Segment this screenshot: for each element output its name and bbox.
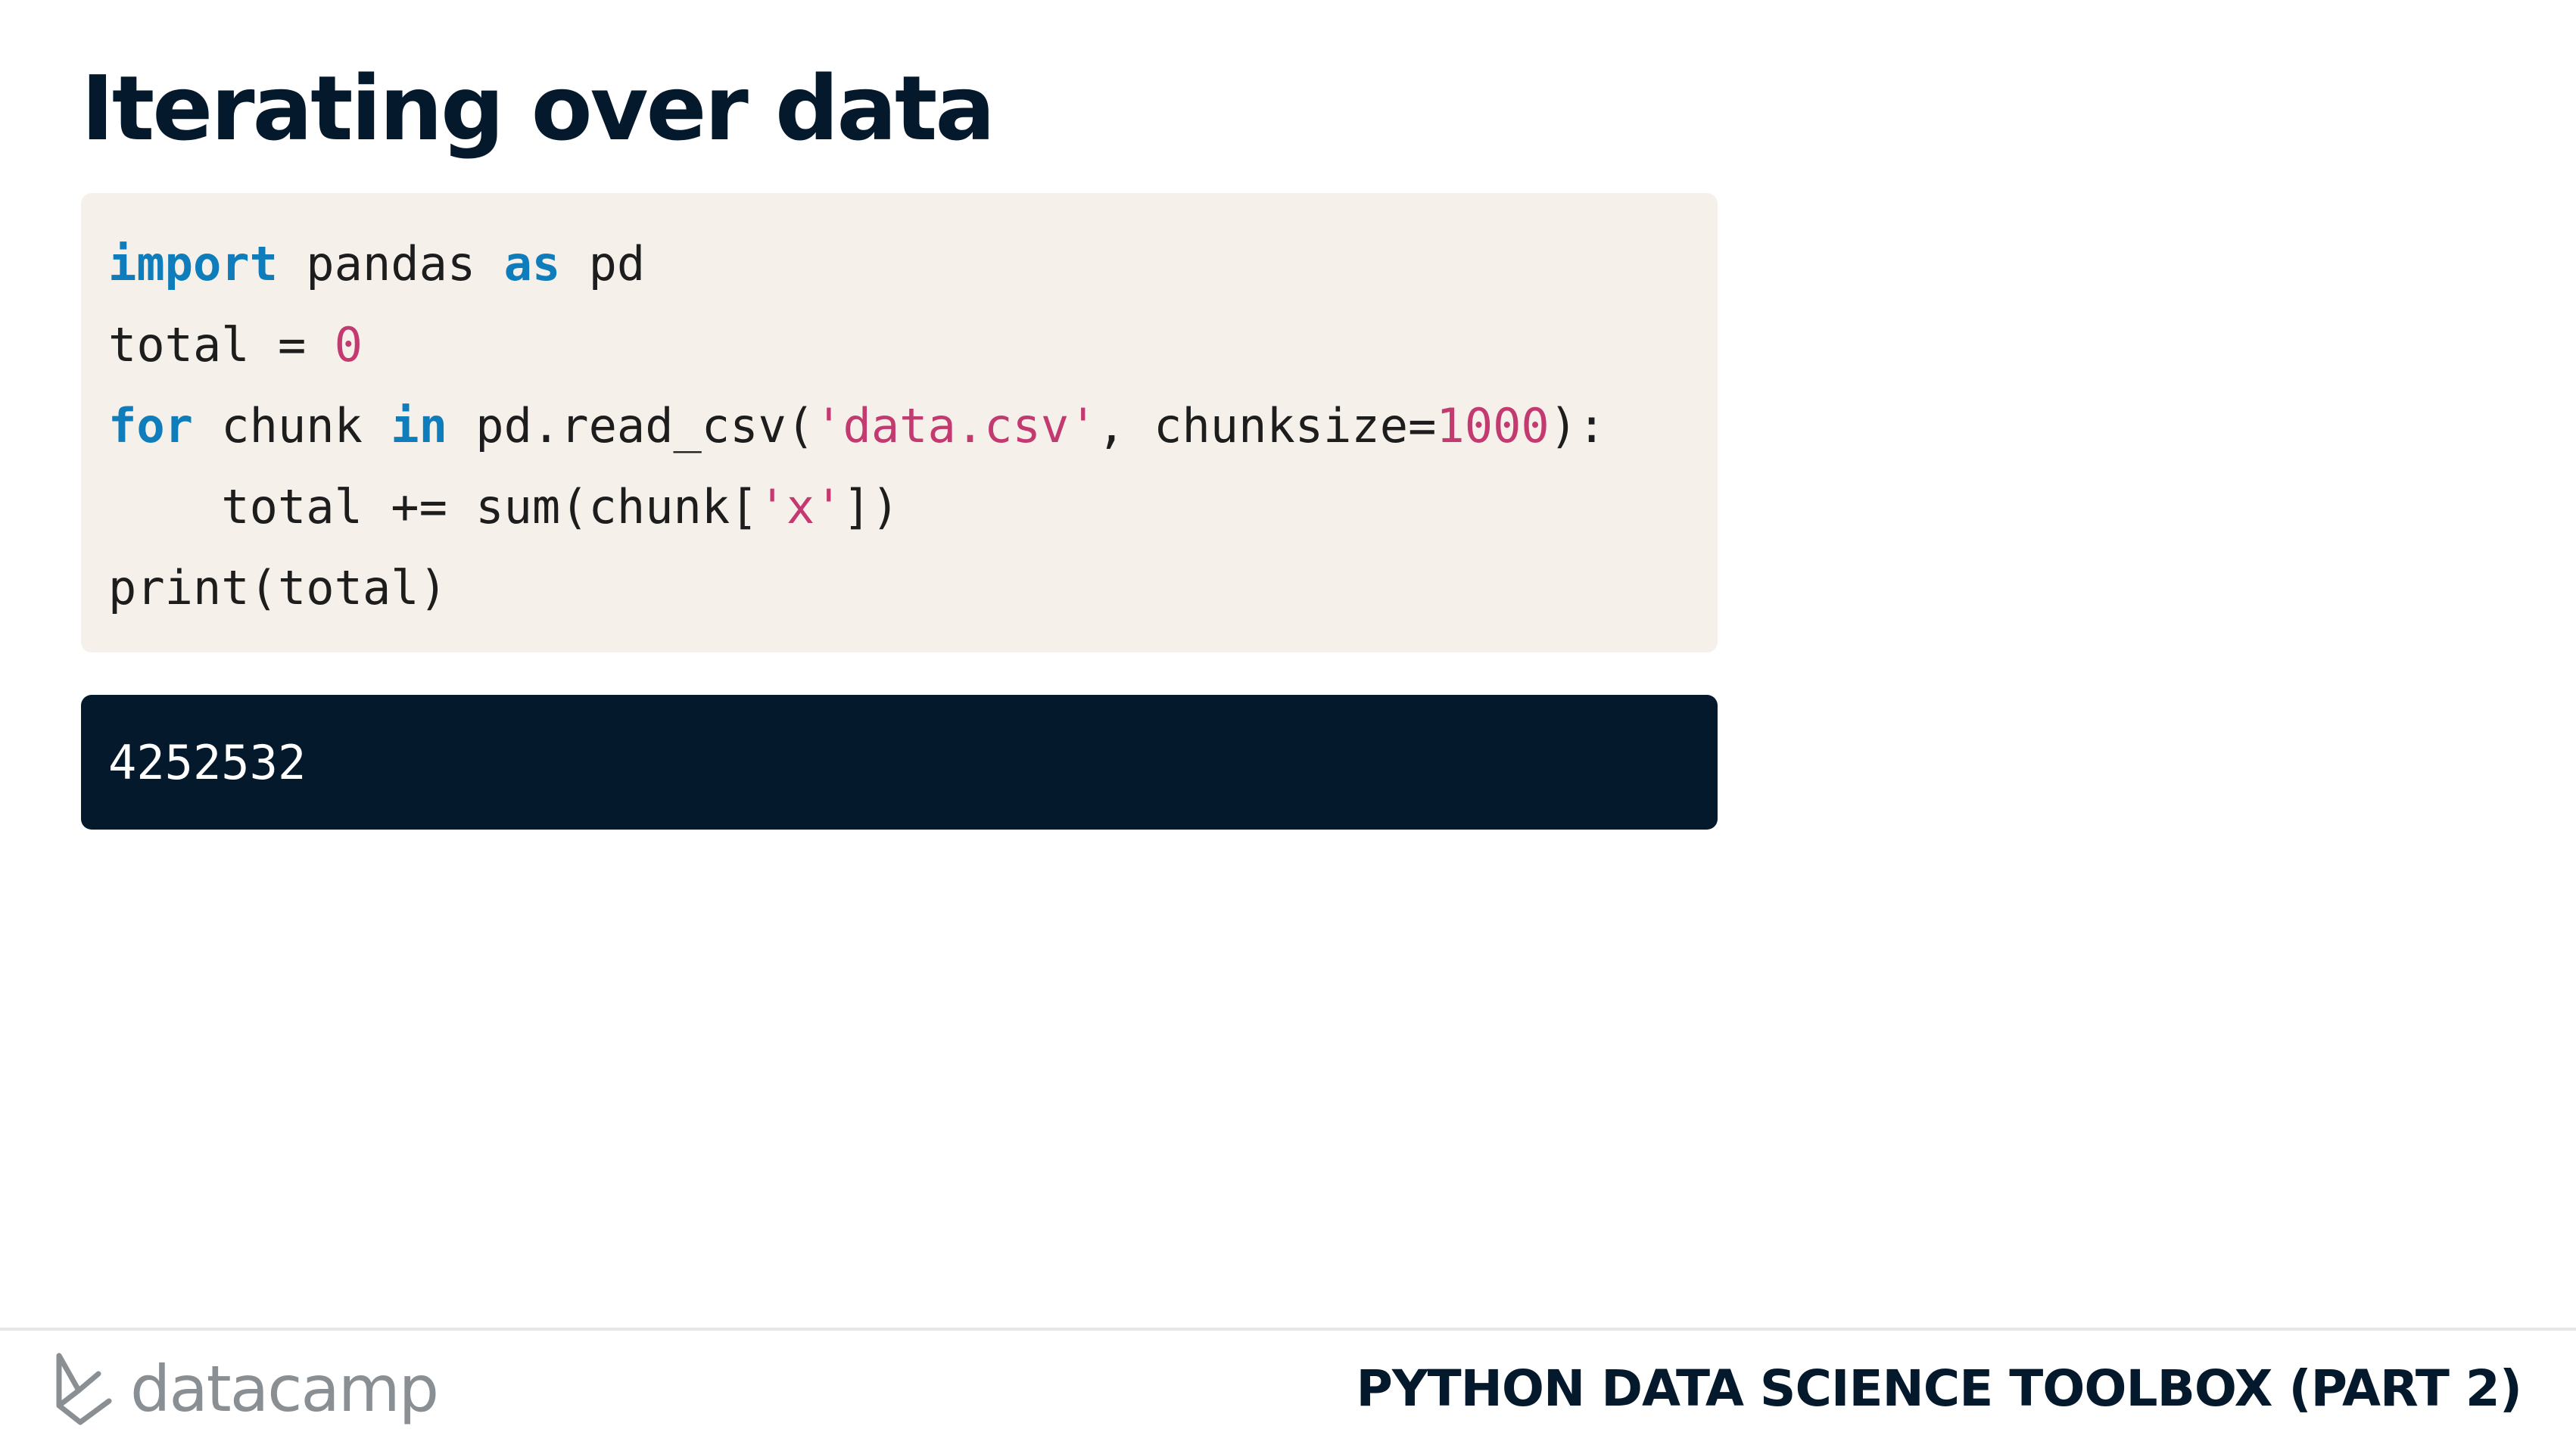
code-text: pd	[560, 236, 646, 291]
code-text: , chunksize=	[1097, 398, 1437, 453]
code-text: ])	[843, 479, 900, 534]
brand-name: datacamp	[130, 1352, 439, 1426]
code-text: total += sum(chunk[	[108, 479, 758, 534]
datacamp-logo-icon	[56, 1353, 112, 1425]
code-line: print(total)	[108, 547, 1718, 628]
code-keyword: for	[108, 398, 193, 453]
slide: Iterating over data import pandas as pd …	[0, 0, 2576, 1451]
code-text: chunk	[192, 398, 391, 453]
code-text: pandas	[277, 236, 504, 291]
code-string: 'x'	[758, 479, 843, 534]
output-text: 4252532	[108, 734, 307, 790]
code-line: total += sum(chunk['x'])	[108, 466, 1718, 547]
code-keyword: as	[503, 236, 561, 291]
code-number: 1000	[1436, 398, 1550, 453]
code-text: print(total)	[108, 560, 447, 615]
code-keyword: import	[108, 236, 278, 291]
code-number: 0	[334, 317, 363, 372]
course-title: PYTHON DATA SCIENCE TOOLBOX (PART 2)	[1356, 1359, 2522, 1418]
code-text: ):	[1549, 398, 1606, 453]
code-line: import pandas as pd	[108, 223, 1718, 304]
slide-title: Iterating over data	[81, 56, 995, 160]
output-block: 4252532	[81, 695, 1718, 830]
brand-logo: datacamp	[53, 1347, 439, 1431]
code-line: total = 0	[108, 304, 1718, 385]
code-text: total =	[108, 317, 335, 372]
code-block: import pandas as pd total = 0 for chunk …	[81, 193, 1718, 652]
code-string: 'data.csv'	[815, 398, 1098, 453]
code-text: pd.read_csv(	[447, 398, 815, 453]
code-line: for chunk in pd.read_csv('data.csv', chu…	[108, 385, 1718, 466]
footer-divider	[0, 1328, 2576, 1331]
code-keyword: in	[391, 398, 447, 453]
